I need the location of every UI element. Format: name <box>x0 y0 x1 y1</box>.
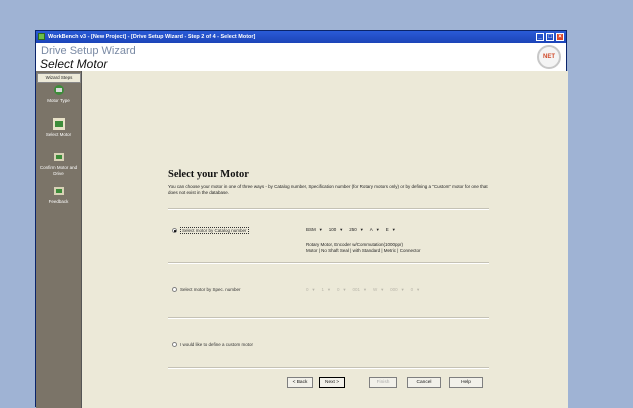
catalog-dropdown-1[interactable]: BSM ▼ <box>306 227 323 232</box>
step-label: Feedback <box>48 199 69 204</box>
spec-dropdown-7: 0 ▼ <box>411 287 420 292</box>
brand-logo-icon: NET <box>537 45 561 69</box>
wizard-steps-sidebar: Wizard Steps Motor Type Select Motor Con… <box>36 71 82 408</box>
divider <box>168 208 489 210</box>
chevron-down-icon: ▼ <box>339 227 344 232</box>
help-button[interactable]: Help <box>449 377 483 388</box>
divider <box>168 262 489 264</box>
chevron-down-icon: ▼ <box>391 227 396 232</box>
spec-dropdown-2: 1 ▼ <box>321 287 330 292</box>
close-icon[interactable]: × <box>556 33 564 41</box>
dropdown-value: A <box>369 227 373 232</box>
spec-dropdown-5: W ▼ <box>373 287 384 292</box>
catalog-dropdown-5[interactable]: E ▼ <box>386 227 396 232</box>
radio-custom-motor[interactable]: I would like to define a custom motor <box>172 342 253 347</box>
chevron-down-icon: ▼ <box>327 287 331 292</box>
spec-dropdown-6: 000 ▼ <box>390 287 404 292</box>
divider <box>168 317 489 319</box>
step-label: Motor Type <box>47 98 70 103</box>
catalog-dropdown-2[interactable]: 100 ▼ <box>329 227 343 232</box>
app-window: WorkBench v3 - [New Project] - [Drive Se… <box>35 30 568 408</box>
spec-dropdown-1: 0 ▼ <box>306 287 315 292</box>
chevron-down-icon: ▼ <box>359 227 364 232</box>
finish-button: Finish <box>369 377 397 388</box>
radio-catalog-dot[interactable] <box>172 228 177 233</box>
dropdown-value: 250 <box>349 227 357 232</box>
spec-dropdown-3: 0 ▼ <box>337 287 346 292</box>
dropdown-value: 1 <box>321 287 324 292</box>
step-label: Select Motor <box>45 132 72 137</box>
maximize-icon[interactable]: □ <box>546 33 554 41</box>
app-icon <box>38 33 45 40</box>
dropdown-value: 0 <box>306 287 309 292</box>
motor-description: Rotary Motor, Encoder w/Commutation(1000… <box>306 242 420 253</box>
chevron-down-icon: ▼ <box>400 287 405 292</box>
dropdown-value: 100 <box>328 227 337 232</box>
radio-catalog-label: Select motor by Catalog number <box>180 227 249 234</box>
back-button[interactable]: < Back <box>287 377 313 388</box>
next-button[interactable]: Next > <box>319 377 345 388</box>
wizard-content: Select your Motor You can choose your mo… <box>82 71 568 408</box>
dropdown-value: E <box>385 227 389 232</box>
step-label: Confirm Motor and Drive <box>39 165 78 176</box>
wizard-header: Drive Setup Wizard Select Motor NET <box>36 43 566 71</box>
chevron-down-icon: ▼ <box>342 287 347 292</box>
radio-spec-dot[interactable] <box>172 287 177 292</box>
step-select-motor[interactable]: Select Motor <box>36 118 81 138</box>
dropdown-value: 000 <box>390 287 398 292</box>
dropdown-value: 0 <box>336 287 340 292</box>
radio-spec-label: Select motor by Spec. number <box>180 287 241 292</box>
step-confirm-motor[interactable]: Confirm Motor and Drive <box>36 151 81 176</box>
catalog-dropdown-3[interactable]: 250 ▼ <box>349 227 363 232</box>
page-title: Select Motor <box>40 57 108 71</box>
wizard-steps-header: Wizard Steps <box>37 73 81 83</box>
motor-type-icon <box>53 85 64 95</box>
wizard-app-name: Drive Setup Wizard <box>41 45 136 57</box>
radio-spec-number[interactable]: Select motor by Spec. number <box>172 287 241 292</box>
divider <box>168 367 489 369</box>
radio-catalog-number[interactable]: Select motor by Catalog number <box>172 227 249 234</box>
window-title: WorkBench v3 - [New Project] - [Drive Se… <box>48 34 256 40</box>
title-bar: WorkBench v3 - [New Project] - [Drive Se… <box>36 31 566 43</box>
cancel-button[interactable]: Cancel <box>407 377 441 388</box>
main-heading: Select your Motor <box>168 169 249 180</box>
dropdown-value: 0 <box>410 287 414 292</box>
dropdown-value: BSM <box>306 227 316 232</box>
motor-description-line2: Motor | No Shaft Seal | with Standard | … <box>306 247 421 253</box>
radio-custom-dot[interactable] <box>172 342 177 347</box>
chevron-down-icon: ▼ <box>416 287 421 292</box>
spec-dropdown-4: 001 ▼ <box>352 287 366 292</box>
chevron-down-icon: ▼ <box>380 287 385 292</box>
confirm-motor-icon <box>53 153 64 161</box>
step-feedback[interactable]: Feedback <box>36 185 81 205</box>
catalog-dropdown-4[interactable]: A ▼ <box>370 227 380 232</box>
catalog-dropdowns: BSM ▼ 100 ▼ 250 ▼ A ▼ E ▼ <box>306 227 396 232</box>
step-motor-type[interactable]: Motor Type <box>36 84 81 104</box>
chevron-down-icon: ▼ <box>311 287 316 292</box>
chevron-down-icon: ▼ <box>318 227 323 232</box>
spec-dropdowns: 0 ▼ 1 ▼ 0 ▼ 001 ▼ W ▼ 000 ▼ 0 ▼ <box>306 287 420 292</box>
intro-text: You can choose your motor in one of thre… <box>168 184 488 195</box>
feedback-icon <box>53 187 64 195</box>
dropdown-value: 001 <box>352 287 360 292</box>
dropdown-value: W <box>372 287 378 292</box>
radio-custom-label: I would like to define a custom motor <box>180 342 254 347</box>
minimize-icon[interactable]: _ <box>536 33 544 41</box>
select-motor-icon <box>52 118 65 130</box>
chevron-down-icon: ▼ <box>375 227 380 232</box>
chevron-down-icon: ▼ <box>362 287 367 292</box>
